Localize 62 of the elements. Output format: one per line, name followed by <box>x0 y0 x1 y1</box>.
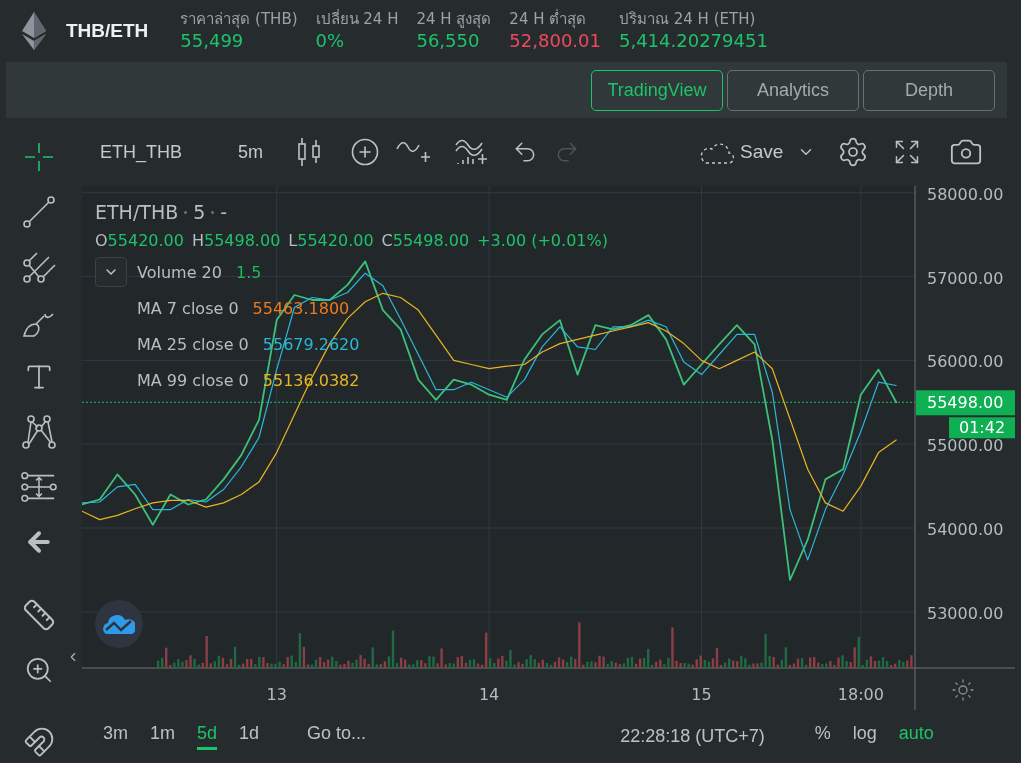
indicator-name: MA 7 close 0 <box>137 298 239 318</box>
countdown-badge: 01:42 <box>949 417 1015 439</box>
add-circle-icon[interactable] <box>350 137 381 167</box>
candlestick-icon[interactable] <box>297 137 322 167</box>
stat-value: 52,800.01 <box>509 29 601 53</box>
chart-title: ETH/THB <box>95 201 179 223</box>
price-axis-label: 57000.00 <box>927 268 1004 288</box>
ohlc-value: O55420.00 <box>95 230 184 250</box>
collapse-legend-button[interactable] <box>95 257 127 287</box>
indicator-name: MA 99 close 0 <box>137 370 249 390</box>
ethereum-logo-icon <box>22 12 46 50</box>
symbol-button[interactable]: ETH_THB <box>100 141 182 163</box>
indicators-icon[interactable] <box>454 137 489 167</box>
pattern-icon <box>21 413 57 450</box>
price-change: +3.00 (+0.01%) <box>477 230 608 250</box>
ohlc-value: C55498.00 <box>381 230 470 250</box>
ohlc-value: L55420.00 <box>288 230 374 250</box>
go-to-button[interactable]: Go to... <box>307 723 367 750</box>
time-axis-label: 13 <box>266 685 287 704</box>
ruler-icon <box>22 597 56 632</box>
stat-value: 55,499 <box>180 29 245 53</box>
time-axis-label: 14 <box>478 685 500 704</box>
scale-option[interactable]: log <box>852 723 877 750</box>
view-tab[interactable]: TradingView <box>591 69 723 111</box>
range-button[interactable]: 1d <box>239 723 260 750</box>
stat-label: 24 H ต่ำสุด <box>509 9 588 29</box>
chart-title: - <box>220 201 228 223</box>
stat-label: 24 H สูงสุด <box>416 9 492 29</box>
clock-text: 22:28:18 (UTC+7) <box>620 726 765 747</box>
stat-value: 5,414.20279451 <box>618 29 768 53</box>
time-axis-label: 18:00 <box>837 685 884 704</box>
view-tab[interactable]: Depth <box>863 69 995 111</box>
price-axis-label: 58000.00 <box>927 186 1004 204</box>
range-button[interactable]: 5d <box>197 723 218 750</box>
stat-value: 0% <box>315 29 346 53</box>
price-axis-label: 53000.00 <box>927 603 1004 623</box>
chart-title: 5 <box>193 201 206 223</box>
stat-value: 56,550 <box>416 29 481 53</box>
scale-option[interactable]: auto <box>898 723 934 750</box>
indicator-name: MA 25 close 0 <box>137 334 249 354</box>
ohlc-value: H55498.00 <box>191 230 281 250</box>
market-pair: THB/ETH <box>66 20 149 42</box>
trend-line-icon <box>21 193 57 230</box>
range-button[interactable]: 3m <box>103 723 128 750</box>
save-button[interactable]: Save <box>698 139 784 165</box>
stat-label: ราคาล่าสุด (THB) <box>180 9 298 29</box>
magnet-icon <box>23 725 55 758</box>
stat-label: เปลี่ยน 24 H <box>315 9 399 29</box>
range-button[interactable]: 1m <box>150 723 176 750</box>
sun-icon[interactable] <box>953 680 973 700</box>
interval-button[interactable]: 5m <box>238 141 264 163</box>
scale-option[interactable]: % <box>814 723 831 750</box>
price-axis-label: 55000.00 <box>927 436 1004 456</box>
indicator-name: Volume 20 <box>137 262 222 282</box>
view-tab[interactable]: Analytics <box>727 69 859 111</box>
last-price-badge: 55498.00 <box>916 390 1015 416</box>
cloud-chart-icon <box>103 613 135 635</box>
stat-label: ปริมาณ 24 H (ETH) <box>618 9 757 29</box>
price-axis-label: 54000.00 <box>927 520 1004 539</box>
price-axis-label: 56000.00 <box>927 352 1004 372</box>
time-axis-label: 15 <box>691 685 712 704</box>
indicator-value: 1.5 <box>235 262 262 282</box>
